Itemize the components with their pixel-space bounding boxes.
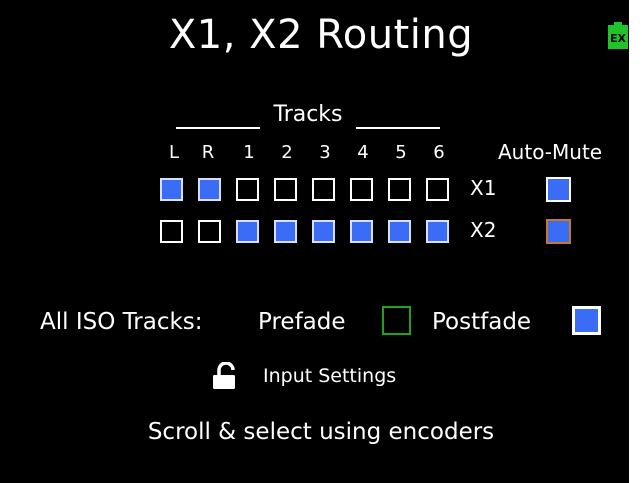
route-cell-x1-2[interactable] (274, 178, 297, 201)
route-cell-x1-l[interactable] (160, 178, 183, 201)
screen-bezel (629, 0, 642, 483)
column-label-4: 4 (357, 142, 369, 163)
tracks-header-label: Tracks (273, 102, 343, 127)
route-cell-x2-r[interactable] (198, 220, 221, 243)
page-title: X1, X2 Routing (168, 12, 474, 58)
column-label-l: L (168, 142, 180, 163)
column-label-6: 6 (433, 142, 445, 163)
route-cell-x2-5[interactable] (388, 220, 411, 243)
input-settings-link[interactable]: Input Settings (263, 362, 396, 390)
route-cell-x2-4[interactable] (350, 220, 373, 243)
unlock-icon (213, 362, 235, 389)
route-cell-x2-1[interactable] (236, 220, 259, 243)
route-cell-x1-5[interactable] (388, 178, 411, 201)
column-label-2: 2 (281, 142, 293, 163)
auto-mute-checkbox-x1[interactable] (546, 177, 571, 202)
row-label-x2: X2 (470, 218, 497, 242)
postfade-label: Postfade (432, 309, 532, 335)
column-label-1: 1 (243, 142, 255, 163)
auto-mute-label: Auto-Mute (498, 140, 603, 164)
route-cell-x2-3[interactable] (312, 220, 335, 243)
column-label-3: 3 (319, 142, 331, 163)
column-label-r: R (201, 142, 215, 163)
route-cell-x1-6[interactable] (426, 178, 449, 201)
row-label-x1: X1 (470, 176, 497, 200)
auto-mute-checkbox-x2[interactable] (546, 219, 571, 244)
tracks-header: Tracks (176, 100, 440, 130)
route-cell-x2-l[interactable] (160, 220, 183, 243)
route-cell-x1-3[interactable] (312, 178, 335, 201)
route-cell-x2-6[interactable] (426, 220, 449, 243)
column-label-5: 5 (395, 142, 407, 163)
battery-ext-label: EX (610, 32, 627, 45)
prefade-checkbox[interactable] (382, 306, 411, 335)
tracks-rule-left (176, 127, 260, 129)
postfade-checkbox[interactable] (572, 306, 601, 335)
routing-screen: X1, X2 Routing EX Tracks L R 1 2 3 4 5 6… (0, 0, 642, 483)
route-cell-x1-4[interactable] (350, 178, 373, 201)
battery-ext-icon: EX (608, 22, 628, 49)
tracks-rule-right (356, 127, 440, 129)
route-cell-x1-1[interactable] (236, 178, 259, 201)
route-cell-x2-2[interactable] (274, 220, 297, 243)
footer-hint: Scroll & select using encoders (147, 419, 495, 445)
route-cell-x1-r[interactable] (198, 178, 221, 201)
prefade-label: Prefade (258, 309, 346, 335)
iso-tracks-label: All ISO Tracks: (40, 309, 203, 335)
